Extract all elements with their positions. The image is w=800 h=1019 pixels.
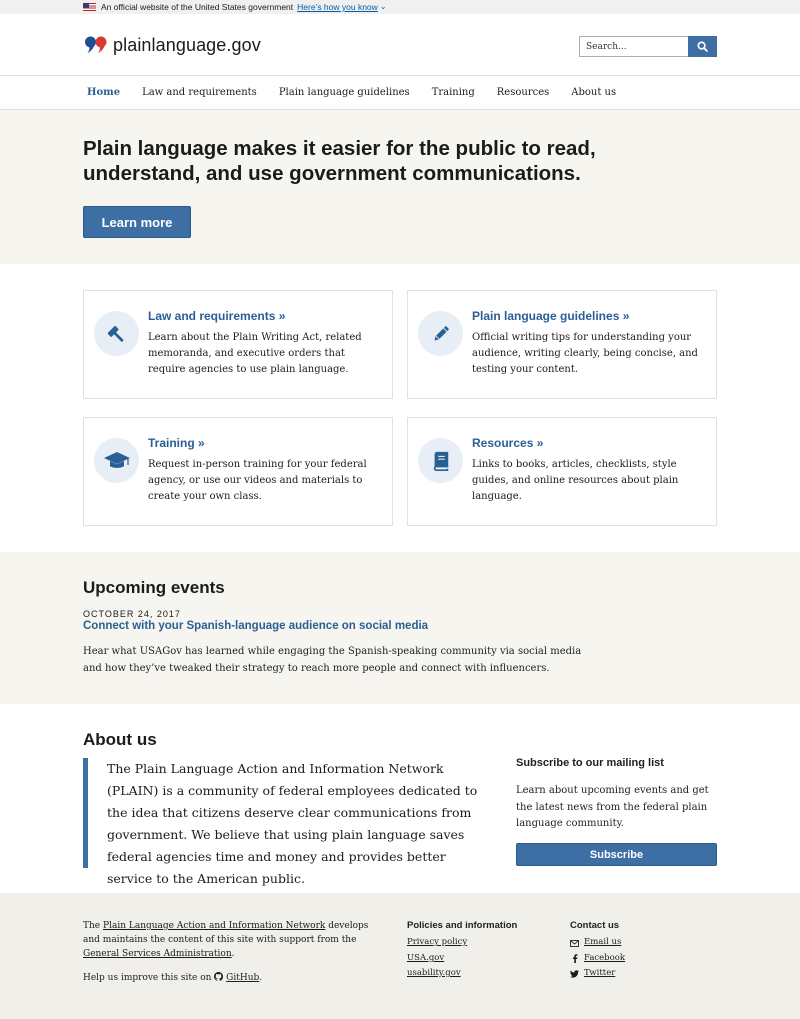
card-text-training: Request in-person training for your fede… bbox=[148, 459, 367, 503]
footer-about-prefix: The bbox=[83, 921, 101, 931]
search-input[interactable] bbox=[579, 36, 688, 57]
site-logo[interactable]: plainlanguage.gov bbox=[83, 33, 261, 57]
gov-banner-text: An official website of the United States… bbox=[101, 2, 294, 12]
card-title-guidelines[interactable]: Plain language guidelines » bbox=[472, 309, 629, 323]
card-resources: Resources » Links to books, articles, ch… bbox=[407, 417, 717, 526]
plain-network-link[interactable]: Plain Language Action and Information Ne… bbox=[103, 921, 325, 931]
site-header: plainlanguage.gov bbox=[0, 14, 800, 76]
policies-title: Policies and information bbox=[407, 920, 518, 931]
event-link[interactable]: Connect with your Spanish-language audie… bbox=[83, 620, 428, 632]
facebook-link[interactable]: Facebook bbox=[584, 953, 625, 963]
card-text-resources: Links to books, articles, checklists, st… bbox=[472, 459, 679, 503]
card-text-guidelines: Official writing tips for understanding … bbox=[472, 332, 698, 376]
site-name: plainlanguage.gov bbox=[113, 34, 261, 55]
nav-item-resources[interactable]: Resources bbox=[497, 87, 549, 98]
gov-banner: An official website of the United States… bbox=[0, 0, 800, 14]
search-button[interactable] bbox=[688, 36, 717, 57]
footer-about-text: The Plain Language Action and Informatio… bbox=[83, 919, 378, 961]
nav-item-training[interactable]: Training bbox=[432, 87, 475, 98]
card-text-law: Learn about the Plain Writing Act, relat… bbox=[148, 332, 362, 376]
twitter-icon bbox=[570, 969, 579, 978]
search-icon bbox=[697, 41, 708, 52]
book-icon bbox=[418, 438, 463, 483]
subscribe-text: Learn about upcoming events and get the … bbox=[516, 785, 709, 829]
nav-item-plain-language-guidelines[interactable]: Plain language guidelines bbox=[279, 87, 410, 98]
privacy-policy-link[interactable]: Privacy policy bbox=[407, 937, 467, 947]
github-icon bbox=[214, 972, 224, 981]
chevron-down-icon: ⌄ bbox=[379, 1, 387, 11]
card-law-and-requirements: Law and requirements » Learn about the P… bbox=[83, 290, 393, 399]
card-title-training[interactable]: Training » bbox=[148, 436, 205, 450]
pencil-icon bbox=[418, 311, 463, 356]
card-title-law[interactable]: Law and requirements » bbox=[148, 309, 285, 323]
quote-logo-icon bbox=[84, 36, 107, 53]
usability-gov-link[interactable]: usability.gov bbox=[407, 968, 461, 978]
events-title: Upcoming events bbox=[83, 578, 225, 597]
github-link[interactable]: GitHub bbox=[226, 973, 259, 983]
contact-title: Contact us bbox=[570, 920, 620, 931]
graduation-cap-icon bbox=[94, 438, 139, 483]
nav-item-home[interactable]: Home bbox=[87, 87, 120, 98]
about-quote: The Plain Language Action and Informatio… bbox=[83, 758, 478, 886]
facebook-icon bbox=[570, 954, 579, 963]
gsa-link[interactable]: General Services Administration bbox=[83, 949, 232, 959]
email-us-link[interactable]: Email us bbox=[584, 937, 621, 947]
learn-more-button[interactable]: Learn more bbox=[83, 206, 191, 238]
footer-about-suffix: . bbox=[231, 949, 235, 959]
hero-section: Plain language makes it easier for the p… bbox=[0, 110, 800, 264]
card-training: Training » Request in-person training fo… bbox=[83, 417, 393, 526]
main-nav: Home Law and requirements Plain language… bbox=[0, 76, 800, 110]
site-footer: The Plain Language Action and Informatio… bbox=[0, 893, 800, 1019]
nav-item-law-and-requirements[interactable]: Law and requirements bbox=[142, 87, 257, 98]
event-date: OCTOBER 24, 2017 bbox=[83, 609, 181, 619]
upcoming-events-section: Upcoming events OCTOBER 24, 2017 Connect… bbox=[0, 552, 800, 704]
card-plain-language-guidelines: Plain language guidelines » Official wri… bbox=[407, 290, 717, 399]
heres-how-you-know-link[interactable]: Here’s how you know bbox=[297, 2, 378, 12]
subscribe-title: Subscribe to our mailing list bbox=[516, 757, 664, 769]
envelope-icon bbox=[570, 939, 579, 948]
hero-title: Plain language makes it easier for the p… bbox=[83, 137, 596, 185]
gavel-icon bbox=[94, 311, 139, 356]
footer-github-suffix: . bbox=[259, 973, 263, 983]
usa-gov-link[interactable]: USA.gov bbox=[407, 953, 444, 963]
us-flag-icon bbox=[83, 3, 96, 11]
card-title-resources[interactable]: Resources » bbox=[472, 436, 543, 450]
twitter-link[interactable]: Twitter bbox=[584, 968, 615, 978]
footer-github-prefix: Help us improve this site on bbox=[83, 973, 212, 983]
subscribe-button[interactable]: Subscribe bbox=[516, 843, 717, 866]
about-title: About us bbox=[83, 730, 157, 749]
event-description: Hear what USAGov has learned while engag… bbox=[83, 646, 582, 674]
nav-item-about-us[interactable]: About us bbox=[571, 87, 616, 98]
search-form bbox=[579, 36, 717, 57]
footer-github-text: Help us improve this site on GitHub. bbox=[83, 972, 262, 983]
